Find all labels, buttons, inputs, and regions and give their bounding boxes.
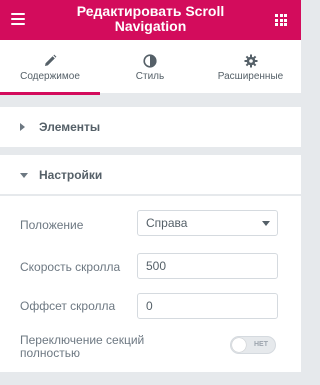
settings-section-body: Положение Справа Скорость скролла 500 Оф… <box>0 196 301 372</box>
tab-advanced[interactable]: Расширенные <box>200 40 301 94</box>
half-circle-icon <box>143 54 157 68</box>
scroll-speed-input[interactable]: 500 <box>137 253 278 279</box>
tab-content[interactable]: Содержимое <box>0 40 100 95</box>
panel-bottom-gap <box>0 372 301 385</box>
tab-style-label: Стиль <box>135 71 165 82</box>
toggle-knob <box>232 338 246 352</box>
full-section-toggle[interactable]: НЕТ <box>230 336 276 354</box>
section-elements-title: Элементы <box>39 120 101 134</box>
section-elements-header[interactable]: Элементы <box>0 107 301 147</box>
gear-icon <box>244 54 257 68</box>
hamburger-menu-icon[interactable] <box>11 13 25 25</box>
scroll-offset-value: 0 <box>146 299 153 313</box>
position-select[interactable]: Справа <box>137 210 278 236</box>
editor-header: Редактировать Scroll Navigation <box>0 0 301 40</box>
section-settings-title: Настройки <box>39 168 103 182</box>
toggle-state-text: НЕТ <box>254 341 268 348</box>
caret-down-icon <box>20 173 28 178</box>
scroll-offset-input[interactable]: 0 <box>137 293 278 319</box>
caret-right-icon <box>20 123 25 131</box>
tab-content-label: Содержимое <box>20 71 80 82</box>
tab-advanced-label: Расширенные <box>217 71 284 82</box>
scroll-speed-value: 500 <box>146 259 167 273</box>
section-settings-header[interactable]: Настройки <box>0 155 301 195</box>
position-label: Положение <box>20 218 84 232</box>
scroll-speed-label: Скорость скролла <box>20 260 121 274</box>
full-section-label: Переключение секций полностью <box>20 333 145 360</box>
panel-title: Редактировать Scroll Navigation <box>76 3 225 34</box>
apps-grid-icon[interactable] <box>275 14 287 26</box>
tab-style[interactable]: Стиль <box>100 40 200 94</box>
position-select-value: Справа <box>146 216 188 230</box>
scroll-offset-label: Оффсет скролла <box>20 299 116 313</box>
panel-tabs: Содержимое Стиль Расширенные <box>0 40 301 95</box>
pencil-icon <box>45 54 57 66</box>
chevron-down-icon <box>262 221 270 226</box>
